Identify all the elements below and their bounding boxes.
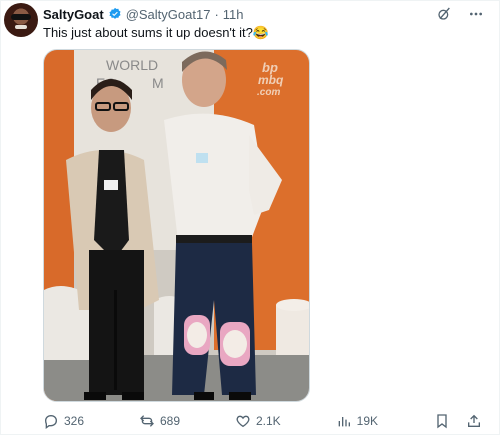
reply-button[interactable]: 326 xyxy=(43,413,84,429)
avatar-glasses xyxy=(11,14,31,20)
grok-icon[interactable] xyxy=(435,5,453,23)
action-bar: 326 689 2.1K 19K xyxy=(43,411,483,431)
verified-badge-icon xyxy=(108,7,122,21)
avatar[interactable] xyxy=(4,3,38,37)
tweet-header: SaltyGoat @SaltyGoat17 · 11h xyxy=(43,5,244,23)
wall-text-world: WORLD xyxy=(106,57,158,73)
heart-icon xyxy=(236,415,250,428)
views-count: 19K xyxy=(356,414,379,428)
reply-icon xyxy=(44,414,58,429)
watermark-mbq: mbq xyxy=(258,73,284,87)
display-name[interactable]: SaltyGoat xyxy=(43,7,104,22)
repost-count: 689 xyxy=(160,414,181,428)
tweet-text: This just about sums it up doesn't it?😂 xyxy=(43,25,270,40)
share-icon[interactable] xyxy=(465,412,483,430)
user-handle[interactable]: @SaltyGoat17 xyxy=(126,7,211,22)
repost-button[interactable]: 689 xyxy=(139,413,180,429)
tweet-photo[interactable]: WORLD EC M bp mbq .com xyxy=(43,49,310,402)
right-actions xyxy=(433,412,483,430)
top-right-icons xyxy=(435,5,485,23)
separator-dot: · xyxy=(214,6,219,22)
timestamp[interactable]: 11h xyxy=(223,7,244,22)
views-button[interactable]: 19K xyxy=(336,413,378,429)
bookmark-icon[interactable] xyxy=(433,412,451,430)
tweet-card[interactable]: SaltyGoat @SaltyGoat17 · 11h This just a… xyxy=(0,0,500,435)
avatar-mouth xyxy=(15,25,27,29)
wall-text-m: M xyxy=(152,75,164,91)
like-count: 2.1K xyxy=(256,414,281,428)
like-button[interactable]: 2.1K xyxy=(235,413,281,429)
repost-icon xyxy=(140,415,154,427)
watermark-com: .com xyxy=(257,87,280,98)
views-icon xyxy=(338,417,350,427)
reply-count: 326 xyxy=(64,414,85,428)
more-options-icon[interactable] xyxy=(467,5,485,23)
